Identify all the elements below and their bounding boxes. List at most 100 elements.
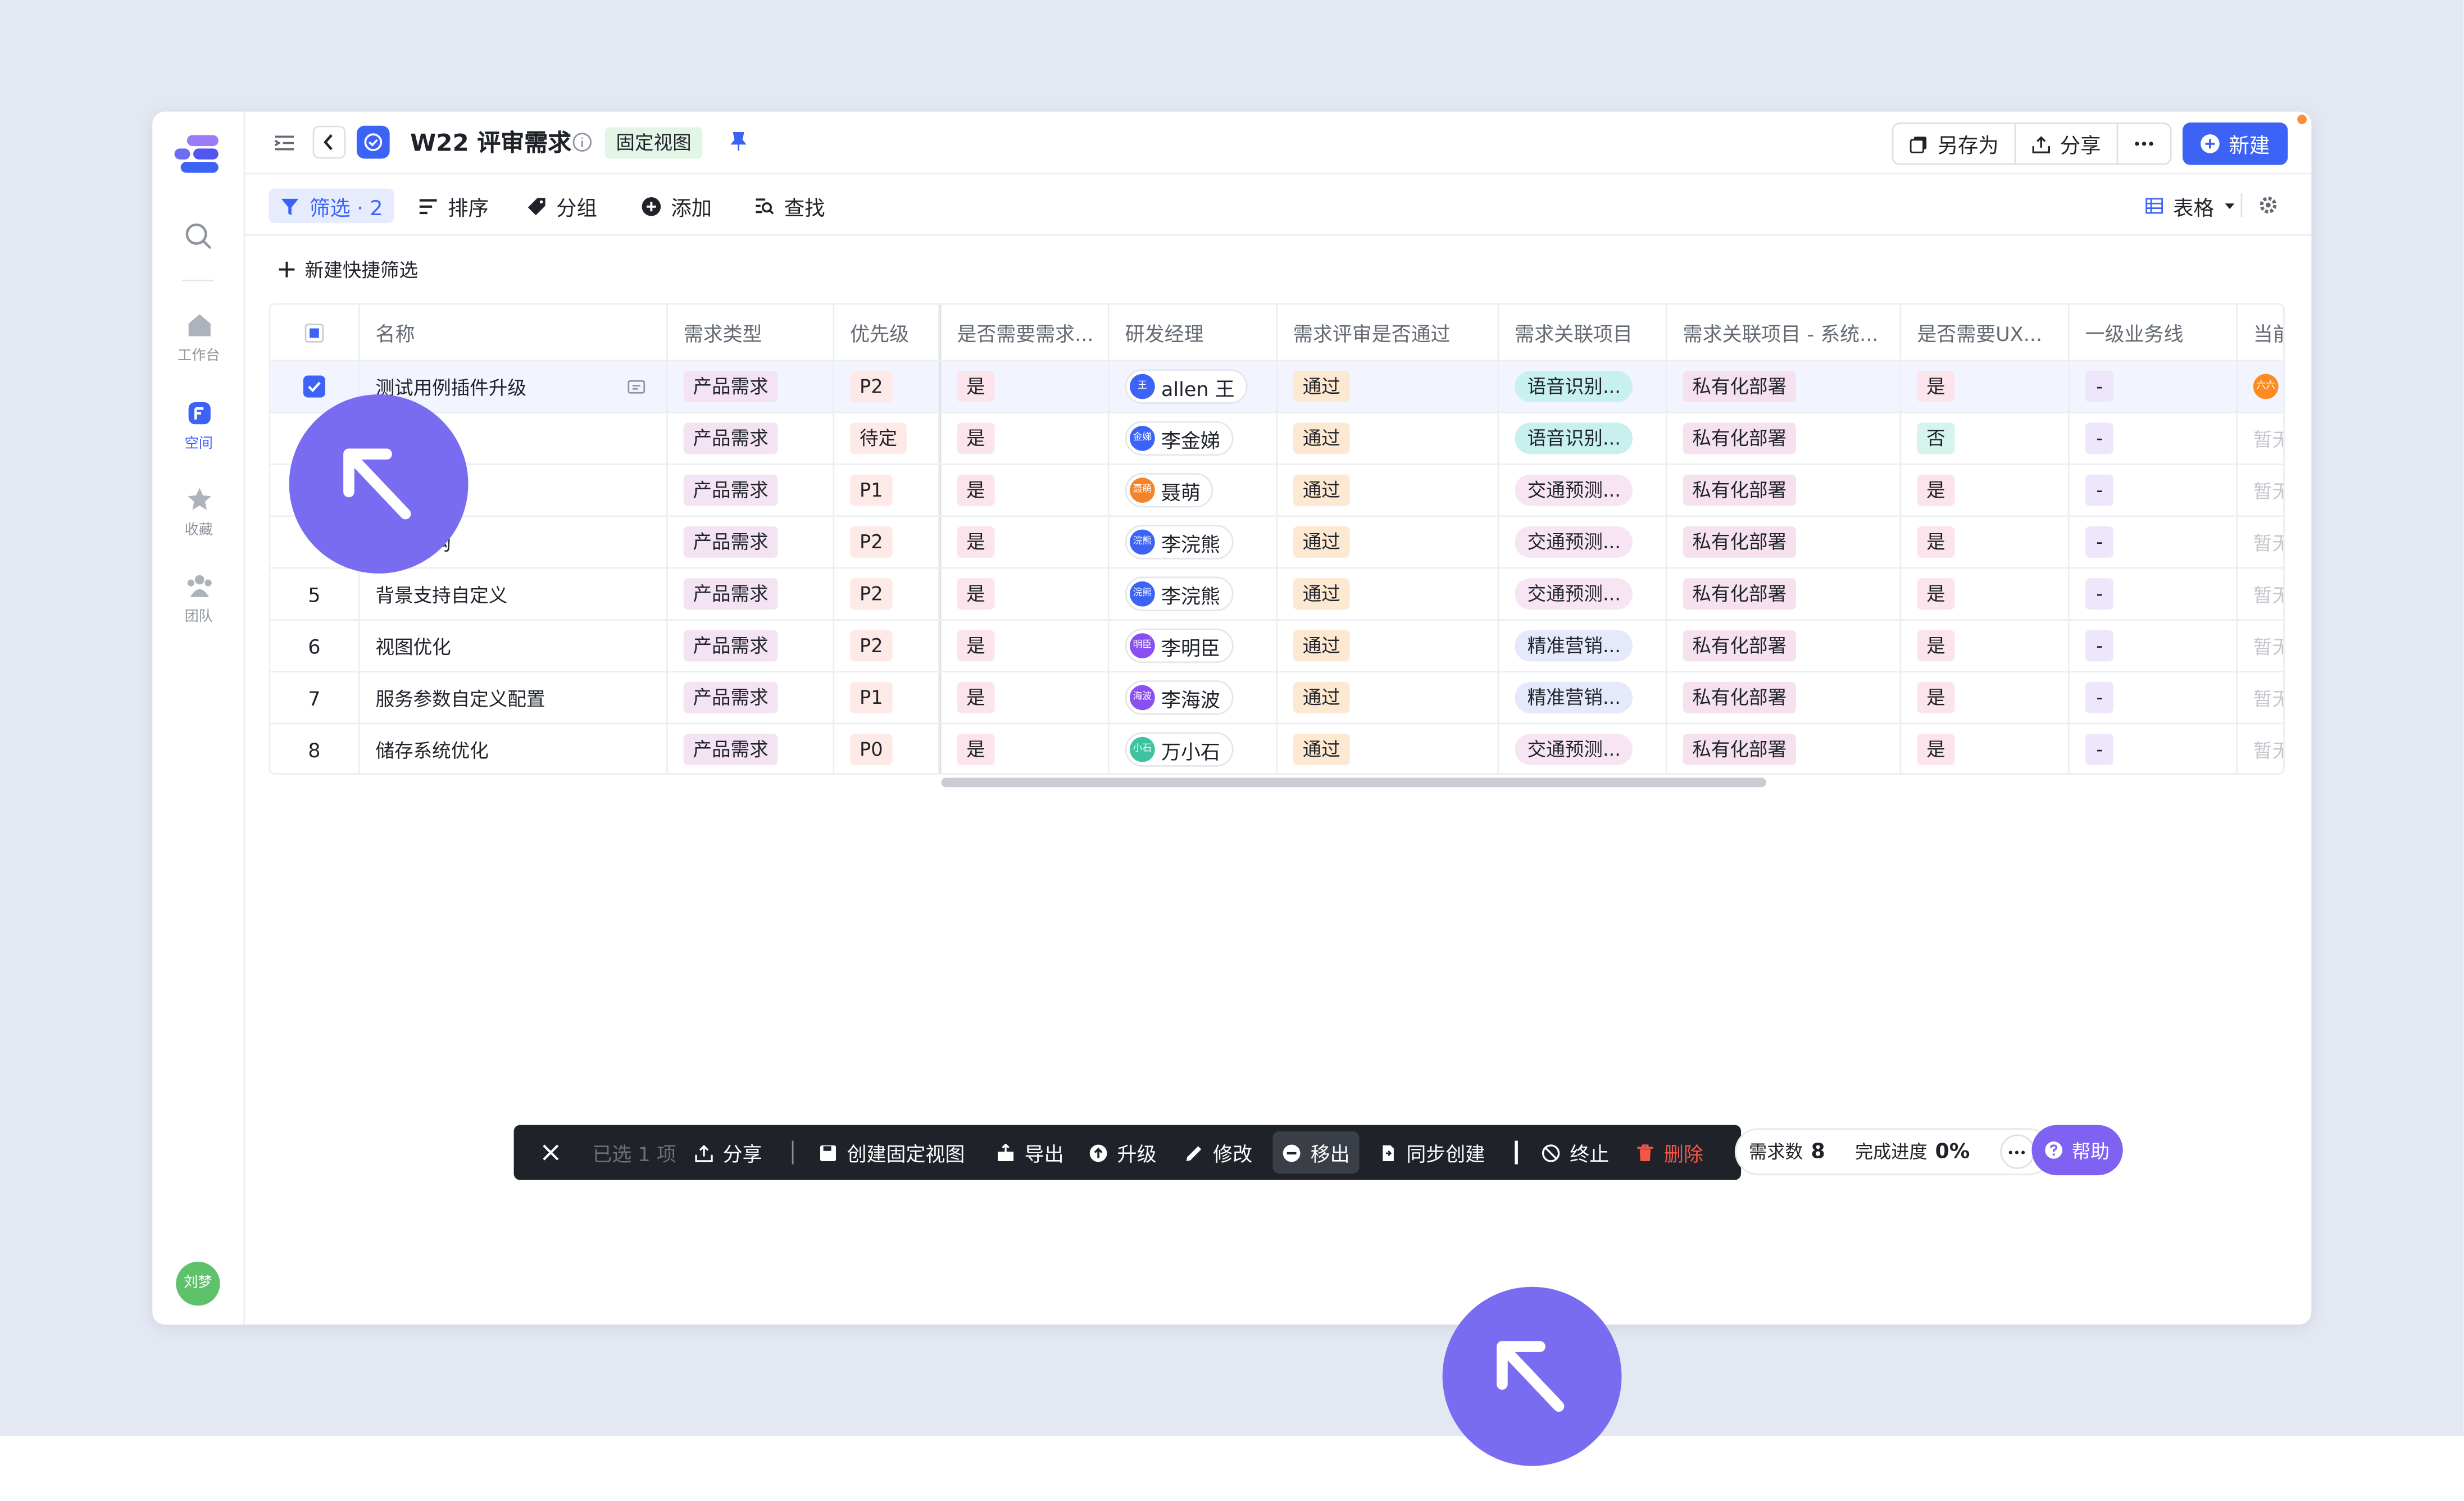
project-cell[interactable]: 交通预测... xyxy=(1499,517,1667,567)
sidebar-item-team[interactable]: 团队 xyxy=(152,572,245,625)
select-all-cell[interactable] xyxy=(270,304,360,360)
current-cell[interactable]: 暂无 xyxy=(2238,517,2283,567)
need-cell[interactable]: 是 xyxy=(939,620,1110,671)
need-cell[interactable]: 是 xyxy=(939,465,1110,516)
column-header[interactable]: 研发经理 xyxy=(1110,304,1278,360)
business-line-cell[interactable]: - xyxy=(2070,724,2238,774)
need-cell[interactable]: 是 xyxy=(939,517,1110,567)
business-line-cell[interactable]: - xyxy=(2070,361,2238,412)
table-row[interactable]: 5 背景支持自定义 产品需求 P2 是 浣熊李浣熊 通过 交通预测... 私有化部署 是 - 暂无 xyxy=(270,568,2284,621)
current-cell[interactable]: 暂无 xyxy=(2238,465,2283,516)
priority-cell[interactable]: 待定 xyxy=(834,413,940,464)
row-index-cell[interactable]: 7 xyxy=(270,672,360,723)
system-cell[interactable]: 私有化部署 xyxy=(1667,465,1902,516)
priority-cell[interactable]: P2 xyxy=(834,361,940,412)
find-button[interactable]: 查找 xyxy=(754,189,825,224)
need-cell[interactable]: 是 xyxy=(939,568,1110,620)
column-header[interactable]: 是否需要UX... xyxy=(1901,304,2070,360)
sidebar-item-space[interactable]: 空间 xyxy=(152,399,245,453)
share-action[interactable]: 分享 xyxy=(694,1125,762,1180)
type-cell[interactable]: 产品需求 xyxy=(668,568,835,620)
view-switcher[interactable]: 表格 xyxy=(2145,189,2236,224)
column-header[interactable]: 名称 xyxy=(360,304,668,360)
table-row[interactable]: J.0升级产品需求待定是金娣李金娣通过语音识别...私有化部署否-暂无 xyxy=(270,413,2284,465)
manager-cell[interactable]: 小石 万小石 xyxy=(1110,724,1278,774)
type-cell[interactable]: 产品需求 xyxy=(668,672,835,723)
add-field-button[interactable]: 添加 xyxy=(641,189,712,224)
review-cell[interactable]: 通过 xyxy=(1278,465,1499,516)
system-cell[interactable]: 私有化部署 xyxy=(1667,672,1902,723)
review-cell[interactable]: 通过 xyxy=(1278,517,1499,567)
system-cell[interactable]: 私有化部署 xyxy=(1667,724,1902,774)
upgrade-action[interactable]: 升级 xyxy=(1089,1125,1157,1180)
ux-cell[interactable]: 是 xyxy=(1901,724,2070,774)
table-row[interactable]: 测试用例插件升级 产品需求 P2 是王 allen 王通过 语音识别... 私有化部署是 - 六… xyxy=(270,361,2284,413)
new-quick-filter-button[interactable]: 新建快捷筛选 xyxy=(278,256,418,283)
priority-cell[interactable]: P2 xyxy=(834,620,940,671)
save-as-button[interactable]: 另存为 xyxy=(1893,124,2016,163)
type-cell[interactable]: 产品需求 xyxy=(668,724,835,774)
review-cell[interactable]: 通过 xyxy=(1278,413,1499,464)
export-action[interactable]: 导出 xyxy=(996,1125,1064,1180)
column-header[interactable]: 优先级 xyxy=(834,304,940,360)
horizontal-scrollbar[interactable] xyxy=(941,777,1766,788)
table-row[interactable]: 7 服务参数自定义配置 产品需求 P1 是 海波李海波 通过 精准营销... 私有化部署 是 - 暂无 xyxy=(270,672,2284,725)
type-cell[interactable]: 产品需求 xyxy=(668,361,835,412)
manager-cell[interactable]: 聂萌 聂萌 xyxy=(1110,465,1278,516)
priority-cell[interactable]: P1 xyxy=(834,672,940,723)
filter-button[interactable]: 筛选 · 2 xyxy=(269,188,394,224)
type-cell[interactable]: 产品需求 xyxy=(668,465,835,516)
current-cell[interactable]: 暂无 xyxy=(2238,413,2283,464)
priority-cell[interactable]: P2 xyxy=(834,517,940,567)
project-cell[interactable]: 交通预测... xyxy=(1499,568,1667,620)
edit-action[interactable]: 修改 xyxy=(1185,1125,1252,1180)
project-cell[interactable]: 精准营销... xyxy=(1499,672,1667,723)
business-line-cell[interactable]: - xyxy=(2070,568,2238,620)
current-cell[interactable]: 六六 xyxy=(2238,361,2283,412)
review-cell[interactable]: 通过 xyxy=(1278,620,1499,671)
name-cell[interactable]: 储存系统优化 xyxy=(360,724,668,774)
project-cell[interactable]: 精准营销... xyxy=(1499,620,1667,671)
column-header[interactable]: 需求评审是否通过 xyxy=(1278,304,1499,360)
ux-cell[interactable]: 是 xyxy=(1901,517,2070,567)
close-selection-button[interactable] xyxy=(542,1125,560,1180)
manager-cell[interactable]: 金娣 李金娣 xyxy=(1110,413,1278,464)
row-index-cell[interactable]: 6 xyxy=(270,620,360,671)
type-cell[interactable]: 产品需求 xyxy=(668,413,835,464)
name-cell[interactable]: 视图优化 xyxy=(360,620,668,671)
manager-cell[interactable]: 浣熊 李浣熊 xyxy=(1110,517,1278,567)
search-icon[interactable] xyxy=(184,221,212,249)
column-header[interactable]: 需求关联项目 xyxy=(1499,304,1667,360)
stats-more-button[interactable] xyxy=(1999,1134,2035,1169)
app-logo-icon[interactable] xyxy=(174,134,221,175)
settings-icon[interactable] xyxy=(2258,195,2278,215)
business-line-cell[interactable]: - xyxy=(2070,413,2238,464)
column-header[interactable]: 需求关联项目 - 系统... xyxy=(1667,304,1902,360)
more-button[interactable] xyxy=(2118,124,2170,163)
project-cell[interactable]: 语音识别... xyxy=(1499,413,1667,464)
column-header[interactable]: 一级业务线 xyxy=(2070,304,2238,360)
review-cell[interactable]: 通过 xyxy=(1278,361,1499,412)
ux-cell[interactable]: 是 xyxy=(1901,620,2070,671)
business-line-cell[interactable]: - xyxy=(2070,465,2238,516)
system-cell[interactable]: 私有化部署 xyxy=(1667,620,1902,671)
current-cell[interactable]: 暂无 xyxy=(2238,724,2283,773)
review-cell[interactable]: 通过 xyxy=(1278,568,1499,620)
table-row[interactable]: 8 储存系统优化 产品需求 P0 是 小石万小石 通过 交通预测... 私有化部署 是 - 暂无 xyxy=(270,724,2283,774)
current-cell[interactable]: 暂无 xyxy=(2238,672,2283,723)
create-fixed-view-action[interactable]: 创建固定视图 xyxy=(819,1125,965,1180)
delete-action[interactable]: 删除 xyxy=(1636,1125,1703,1180)
type-cell[interactable]: 产品需求 xyxy=(668,620,835,671)
system-cell[interactable]: 私有化部署 xyxy=(1667,413,1902,464)
group-button[interactable]: 分组 xyxy=(526,189,597,224)
comment-icon[interactable] xyxy=(627,379,646,398)
pin-icon[interactable] xyxy=(728,130,749,152)
system-cell[interactable]: 私有化部署 xyxy=(1667,361,1902,412)
ux-cell[interactable]: 是 xyxy=(1901,672,2070,723)
row-index-cell[interactable]: 8 xyxy=(270,724,360,774)
current-cell[interactable]: 暂无 xyxy=(2238,621,2283,671)
manager-cell[interactable]: 明臣 李明臣 xyxy=(1110,620,1278,671)
review-cell[interactable]: 通过 xyxy=(1278,724,1499,774)
project-cell[interactable]: 交通预测... xyxy=(1499,724,1667,774)
select-all-checkbox[interactable] xyxy=(304,322,324,342)
